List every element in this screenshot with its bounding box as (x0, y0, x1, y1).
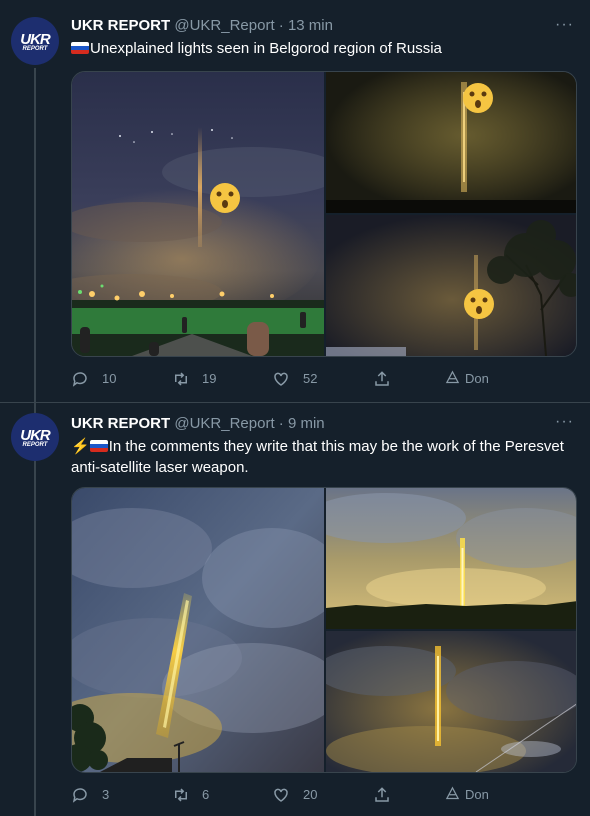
share-icon (375, 371, 389, 386)
more-options-icon[interactable]: ··· (555, 16, 574, 34)
author-handle[interactable]: @UKR_Report (174, 17, 274, 34)
author-name[interactable]: UKR REPORT (71, 17, 170, 34)
tweet-text-content: Unexplained lights seen in Belgorod regi… (90, 40, 442, 57)
tweet[interactable]: UKR REPORT UKR REPORT @UKR_Report · 9 mi… (0, 403, 590, 816)
avatar-logo-subtext: REPORT (22, 46, 48, 52)
reply-icon (72, 788, 87, 803)
author-name[interactable]: UKR REPORT (71, 415, 170, 432)
separator-dot: · (278, 17, 284, 34)
heart-icon (274, 372, 288, 386)
media-image-cloudy-sky-yellow-beam[interactable] (72, 488, 324, 772)
tweet-actions: 10 19 52 Don (71, 369, 576, 389)
separator-dot: · (278, 415, 284, 432)
media-grid (71, 487, 577, 773)
reply-count: 3 (102, 787, 110, 802)
tweet-actions: 3 6 20 Don (71, 785, 576, 805)
avatar[interactable]: UKR REPORT (11, 413, 59, 461)
reply-icon (72, 372, 87, 387)
tweet-text-content: In the comments they write that this may… (71, 438, 564, 476)
media-image-dusk-sky-yellow-beam-treeline[interactable] (326, 488, 577, 629)
heart-icon (274, 788, 288, 802)
avatar[interactable]: UKR REPORT (11, 17, 59, 65)
russia-flag-icon (71, 42, 89, 54)
lightning-icon: ⚡ (71, 438, 90, 455)
retweet-icon (175, 372, 187, 386)
tweet-text: Unexplained lights seen in Belgorod regi… (71, 38, 576, 59)
like-count: 20 (303, 787, 318, 802)
tweet-header: UKR REPORT @UKR_Report · 9 min (71, 414, 325, 434)
author-handle[interactable]: @UKR_Report (174, 415, 274, 432)
like-count: 52 (303, 371, 318, 386)
retweet-icon (175, 788, 187, 802)
reply-count: 10 (102, 371, 117, 386)
media-image-night-clouds-yellow-beam[interactable] (326, 631, 577, 772)
retweet-count: 6 (202, 787, 210, 802)
media-image-dark-light-pillar-closeup[interactable] (326, 72, 577, 213)
retweet-count: 19 (202, 371, 217, 386)
avatar-logo-subtext: REPORT (22, 442, 48, 448)
russia-flag-icon (89, 440, 108, 452)
share-icon (375, 787, 389, 802)
donate-label: Don (465, 371, 489, 386)
tweet-timestamp[interactable]: 13 min (288, 17, 333, 34)
media-grid (71, 71, 577, 357)
media-image-night-sky-light-pillar-city[interactable] (72, 72, 324, 356)
tweet-timestamp[interactable]: 9 min (288, 415, 325, 432)
media-image-night-sky-light-pillar-tree[interactable] (326, 215, 577, 356)
tweet-header: UKR REPORT @UKR_Report · 13 min (71, 16, 333, 36)
tweet-text: ⚡ In the comments they write that this ma… (71, 436, 576, 478)
donate-label: Don (465, 787, 489, 802)
more-options-icon[interactable]: ··· (555, 413, 574, 431)
donate-icon (445, 786, 460, 800)
donate-icon (445, 370, 460, 384)
tweet[interactable]: UKR REPORT UKR REPORT @UKR_Report · 13 m… (0, 0, 590, 403)
